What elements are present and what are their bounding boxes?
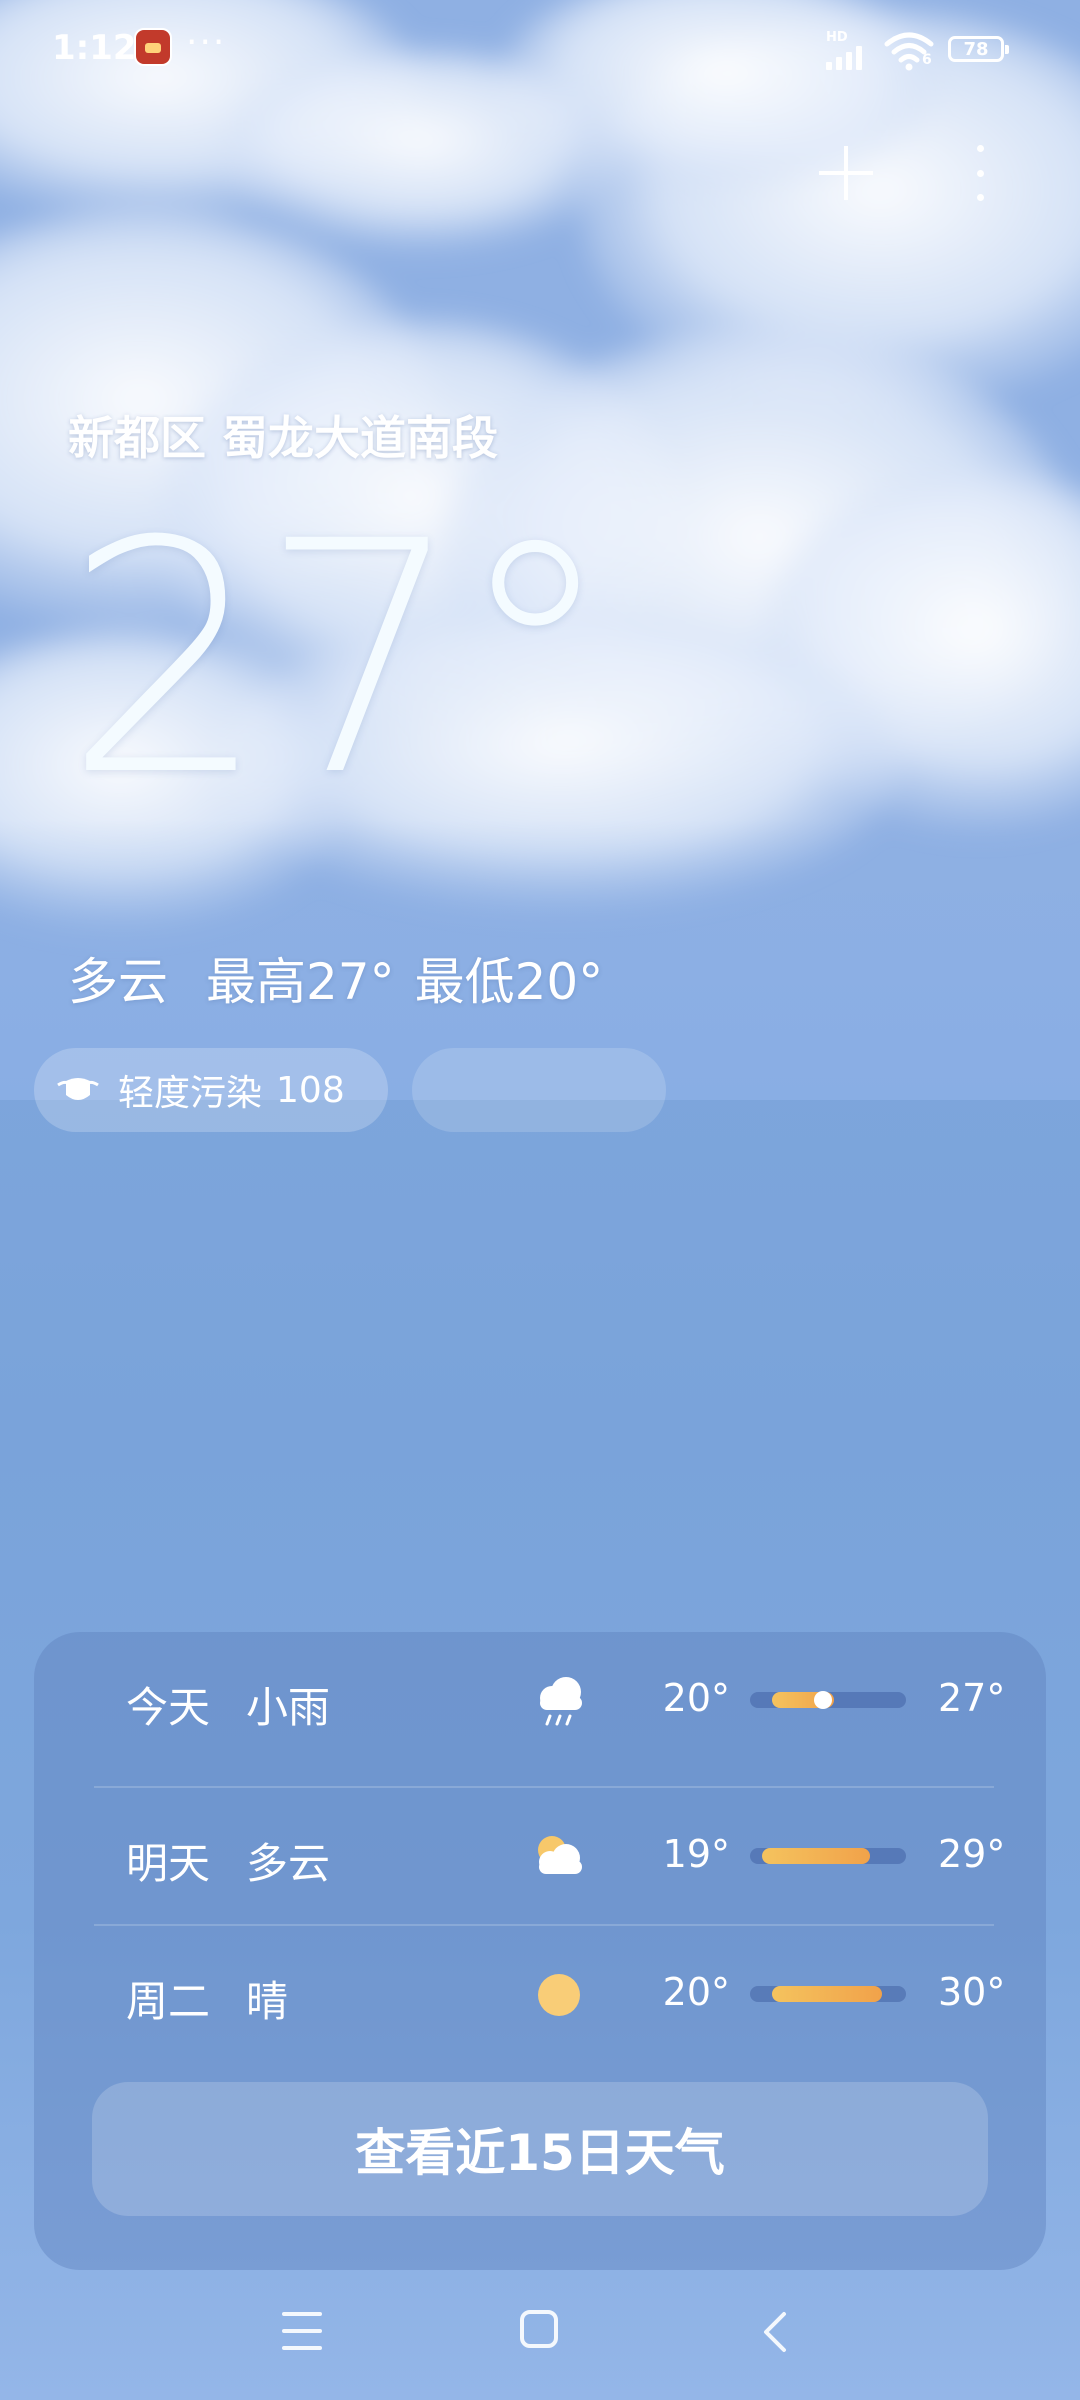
- current-temp-marker: [814, 1691, 832, 1709]
- forecast-day: 周二: [126, 1977, 211, 2026]
- app-notification-icon: [134, 28, 172, 66]
- forecast-row-tuesday[interactable]: 周二 晴 20° 30°: [90, 1926, 1005, 2064]
- temp-range-bar: [750, 1691, 906, 1709]
- location-title[interactable]: 新都区 蜀龙大道南段: [68, 402, 498, 468]
- battery-icon: 78: [948, 36, 1009, 62]
- current-condition-line: 多云 最高27° 最低20°: [68, 942, 603, 1014]
- current-condition: 多云: [68, 953, 168, 1011]
- forecast-day: 今天: [126, 1683, 211, 1732]
- forecast-day: 明天: [126, 1839, 211, 1888]
- view-15-day-forecast-button[interactable]: 查看近15日天气: [92, 2082, 988, 2216]
- forecast-low: 19°: [662, 1832, 730, 1876]
- rain-icon: [540, 1677, 582, 1726]
- air-quality-value: 108: [276, 1069, 345, 1111]
- mask-icon: [57, 1078, 99, 1100]
- forecast-condition: 多云: [246, 1839, 331, 1888]
- air-quality-chip[interactable]: 轻度污染 108: [34, 1048, 388, 1132]
- forecast-row-tomorrow[interactable]: 明天 多云 19° 29°: [90, 1788, 1005, 1926]
- forecast-high: 30°: [938, 1970, 1006, 2014]
- current-temperature: 27°: [64, 474, 615, 846]
- menu-dot-icon: [976, 194, 984, 201]
- temp-range-fill: [772, 1986, 882, 2002]
- more-menu-button[interactable]: [965, 145, 995, 201]
- today-low: 最低20°: [414, 953, 604, 1011]
- forecast-condition: 晴: [246, 1977, 289, 2026]
- home-button[interactable]: [520, 2310, 558, 2348]
- menu-dot-icon: [976, 169, 984, 177]
- air-quality-label: 轻度污染: [118, 1073, 263, 1114]
- status-time: 1:12: [52, 28, 137, 68]
- navigation-bar: [0, 2290, 1080, 2400]
- temp-range-bar: [750, 1848, 906, 1864]
- forecast-row-today[interactable]: 今天 小雨 20° 27°: [90, 1632, 1005, 1770]
- back-button[interactable]: [760, 2310, 790, 2354]
- recent-apps-button[interactable]: [282, 2312, 322, 2350]
- secondary-chip[interactable]: [412, 1048, 666, 1132]
- menu-dot-icon: [976, 145, 984, 152]
- status-bar: 1:12 ··· HD 6 78: [0, 0, 1080, 100]
- hd-label: HD: [826, 30, 848, 45]
- temp-range-bar: [750, 1986, 906, 2002]
- forecast-high: 27°: [938, 1676, 1006, 1720]
- more-notifications-icon: ···: [186, 22, 227, 63]
- sun-icon: [538, 1974, 580, 2016]
- add-city-button[interactable]: [815, 142, 877, 204]
- forecast-low: 20°: [662, 1970, 730, 2014]
- forecast-condition: 小雨: [246, 1683, 331, 1732]
- forecast-high: 29°: [938, 1832, 1006, 1876]
- temp-range-fill: [762, 1848, 870, 1864]
- partly-cloudy-icon: [538, 1836, 582, 1874]
- cell-signal-icon: [826, 44, 862, 70]
- today-high: 最高27°: [206, 953, 395, 1011]
- forecast-card: 今天 小雨 20° 27° 明天 多云 19° 29° 周二 晴 20° 30°…: [34, 1632, 1046, 2270]
- forecast-low: 20°: [662, 1676, 730, 1720]
- wifi-standard-label: 6: [922, 52, 932, 68]
